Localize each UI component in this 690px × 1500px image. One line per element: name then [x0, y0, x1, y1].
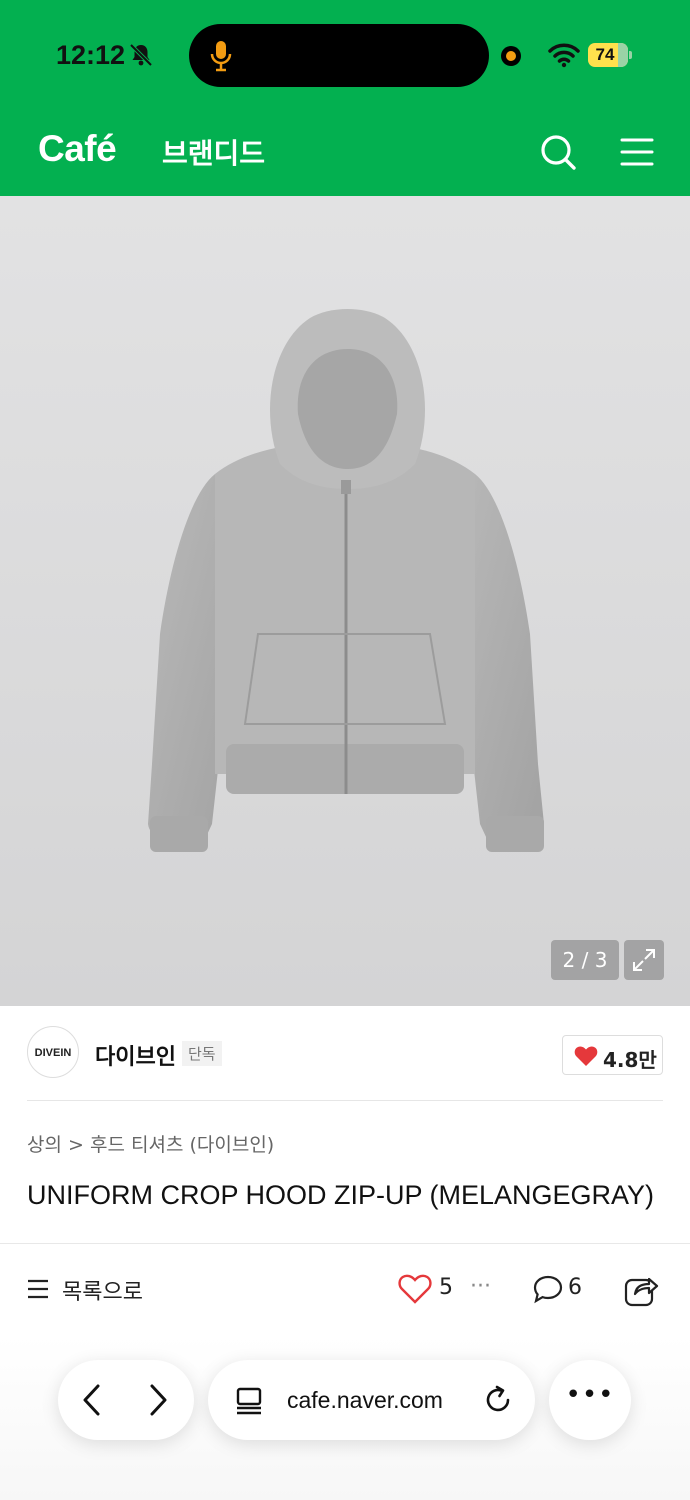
- browser-more-button[interactable]: •••: [549, 1360, 631, 1440]
- post-action-bar: 목록으로 5 ··· 6: [0, 1243, 690, 1335]
- image-counter: 2 / 3: [551, 940, 619, 980]
- forward-arrow-icon[interactable]: [144, 1380, 174, 1420]
- reload-icon[interactable]: [482, 1384, 514, 1416]
- product-title: UNIFORM CROP HOOD ZIP-UP (MELANGEGRAY): [27, 1180, 655, 1210]
- address-bar[interactable]: cafe.naver.com: [208, 1360, 535, 1440]
- store-like-button[interactable]: 4.8만: [562, 1035, 663, 1075]
- more-icon[interactable]: ···: [470, 1274, 494, 1302]
- microphone-icon: [210, 41, 232, 72]
- status-time: 12:12: [56, 40, 126, 70]
- page-menu-icon[interactable]: [234, 1386, 264, 1416]
- comment-button[interactable]: 6: [532, 1272, 592, 1306]
- comment-icon: [533, 1275, 563, 1304]
- hoodie-product-image: [148, 309, 544, 852]
- share-icon[interactable]: [623, 1272, 659, 1308]
- comment-count: 6: [568, 1275, 582, 1300]
- list-icon: [28, 1279, 48, 1299]
- recording-indicator-icon: [501, 46, 521, 66]
- back-arrow-icon[interactable]: [76, 1380, 106, 1420]
- battery-icon: 74: [588, 43, 632, 67]
- breadcrumb-subcategory[interactable]: 후드 티셔츠 (다이브인): [90, 1134, 274, 1156]
- cafe-logo[interactable]: Café: [38, 128, 117, 170]
- like-button[interactable]: 5: [398, 1272, 458, 1306]
- breadcrumb-category[interactable]: 상의: [27, 1134, 62, 1156]
- search-icon[interactable]: [538, 132, 578, 172]
- product-image-carousel[interactable]: 2 / 3: [0, 196, 690, 1006]
- store-row: DIVEIN 다이브인 단독 4.8만: [0, 1006, 690, 1102]
- wifi-icon: [548, 43, 580, 68]
- battery-level: 74: [595, 45, 615, 64]
- heart-outline-icon: [398, 1274, 432, 1304]
- menu-icon[interactable]: [620, 136, 654, 168]
- store-avatar[interactable]: DIVEIN: [27, 1026, 79, 1078]
- expand-icon[interactable]: [624, 940, 664, 980]
- url-text[interactable]: cafe.naver.com: [287, 1387, 443, 1414]
- breadcrumb-separator: >: [68, 1134, 84, 1156]
- header-title[interactable]: 브랜디드: [162, 132, 265, 172]
- more-dots-icon: •••: [565, 1380, 615, 1410]
- store-name[interactable]: 다이브인: [95, 1039, 176, 1071]
- store-like-count: 4.8만: [603, 1048, 657, 1072]
- back-to-list-label: 목록으로: [62, 1280, 143, 1305]
- like-count: 5: [439, 1275, 453, 1300]
- breadcrumb: 상의 > 후드 티셔츠 (다이브인): [27, 1130, 274, 1157]
- exclusive-badge: 단독: [182, 1041, 222, 1066]
- app-header: Café 브랜디드: [0, 110, 690, 196]
- heart-filled-icon: [574, 1046, 598, 1066]
- divider: [27, 1100, 663, 1101]
- status-bar: 12:12 74: [0, 0, 690, 110]
- bell-muted-icon: [129, 43, 153, 67]
- navigation-pill: [58, 1360, 194, 1440]
- browser-toolbar: cafe.naver.com •••: [0, 1335, 690, 1500]
- dynamic-island: [189, 24, 489, 87]
